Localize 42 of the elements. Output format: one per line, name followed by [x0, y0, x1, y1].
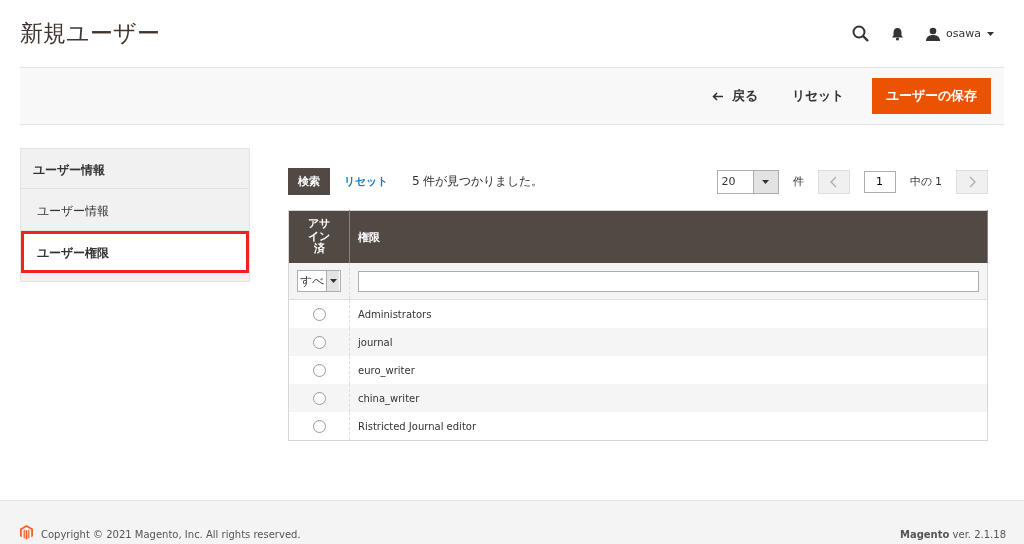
radio-button[interactable]: [312, 391, 326, 405]
sidebar-tab[interactable]: ユーザー権限: [21, 231, 249, 273]
reset-link[interactable]: リセット: [344, 174, 388, 189]
table-cell: euro_writer: [358, 364, 415, 376]
radio-button[interactable]: [312, 335, 326, 349]
page-title: 新規ユーザー: [20, 19, 160, 48]
chevron-left-icon: [830, 175, 837, 188]
caret-icon: [329, 279, 337, 283]
sidebar-title: ユーザー情報: [21, 149, 249, 189]
radio-button[interactable]: [312, 363, 326, 377]
column-header[interactable]: アサイン済: [288, 210, 350, 263]
user-icon: [926, 26, 941, 41]
table-cell: Ristricted Journal editor: [358, 420, 477, 432]
user-menu[interactable]: osawa: [926, 26, 994, 41]
back-button[interactable]: 戻る: [700, 79, 770, 113]
page-input[interactable]: 1: [863, 170, 896, 193]
next-page-button[interactable]: [956, 169, 988, 194]
logo-icon: [20, 525, 33, 540]
bell-icon[interactable]: [891, 26, 905, 41]
table-cell: china_writer: [358, 392, 420, 404]
table-cell: Administrators: [358, 308, 432, 320]
search-button[interactable]: 検索: [288, 168, 330, 195]
chevron-right-icon: [968, 175, 976, 188]
previous-page-button[interactable]: [817, 169, 850, 194]
caret-icon: [987, 31, 994, 36]
reset-button[interactable]: リセット: [780, 79, 856, 113]
copyright-text: Copyright © 2021 Magento, Inc. All rights reserved.: [41, 529, 301, 540]
column-header[interactable]: 権限: [349, 210, 988, 263]
search-icon[interactable]: [852, 25, 870, 42]
save-user-button[interactable]: ユーザーの保存: [872, 78, 991, 114]
per-page-label: 件: [792, 174, 804, 189]
table-cell: journal: [358, 336, 393, 348]
filter-input[interactable]: [358, 270, 979, 292]
caret-icon: [762, 179, 769, 184]
version-text: Magento ver. 2.1.18: [899, 529, 1006, 540]
records-found: 5 件が見つかりました。: [412, 173, 544, 190]
arrow-left-icon: [712, 91, 723, 101]
page-count: 中の 1: [909, 174, 942, 189]
radio-button[interactable]: [312, 307, 326, 321]
radio-button[interactable]: [312, 419, 326, 433]
filter-select[interactable]: すべ: [297, 270, 341, 292]
per-page-select[interactable]: 20: [716, 169, 779, 194]
